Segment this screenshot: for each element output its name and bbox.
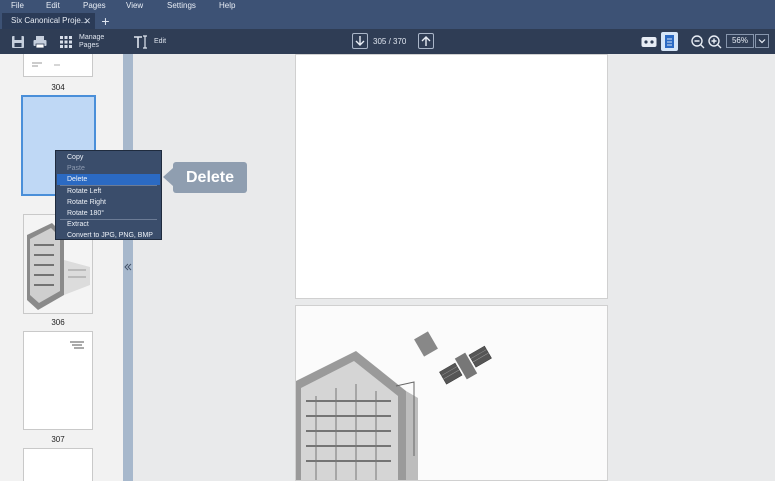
document-page [295,54,608,299]
toolbar: Manage Pages Edit 305 / 370 56% [0,29,775,54]
menu-edit[interactable]: Edit [46,0,60,12]
edit-button[interactable]: Edit [154,38,166,46]
menu-item-rotate-left[interactable]: Rotate Left [57,186,160,197]
page-indicator[interactable]: 305 / 370 [373,38,406,46]
next-page-button[interactable] [352,33,368,49]
page-thumbnail[interactable] [23,448,93,481]
menu-help[interactable]: Help [219,0,235,12]
menu-item-paste[interactable]: Paste [57,163,160,174]
page-thumbnail[interactable] [23,331,93,430]
previous-page-button[interactable] [418,33,434,49]
zoom-out-icon[interactable] [689,33,707,51]
manage-pages-button[interactable]: Manage Pages [79,34,115,50]
page-number: 307 [51,435,65,444]
menu-bar: File Edit Pages View Settings Help [0,0,775,12]
callout-pointer [163,168,173,186]
menu-settings[interactable]: Settings [167,0,196,12]
menu-item-rotate-180[interactable]: Rotate 180° [57,208,160,219]
page-layout-icon [665,35,674,48]
zoom-in-icon[interactable] [706,33,724,51]
save-icon[interactable] [9,33,27,51]
page-number: 304 [51,83,65,92]
arrow-down-icon [355,36,365,46]
view-mode-icon[interactable] [640,33,658,51]
menu-file[interactable]: File [11,0,24,12]
menu-item-extract[interactable]: Extract [57,219,160,230]
collapse-panel-button[interactable] [123,262,133,274]
zoom-dropdown-button[interactable] [755,34,769,48]
menu-item-rotate-right[interactable]: Rotate Right [57,197,160,208]
menu-item-copy[interactable]: Copy [57,152,160,163]
chevron-left-icon [124,263,132,271]
page-thumbnail[interactable] [23,54,93,77]
page-layout-button[interactable] [661,32,678,51]
page-illustration [296,331,492,480]
delete-callout: Delete [173,162,247,193]
tab-bar: Six Canonical Proje... ✕ [0,12,775,29]
menu-item-convert[interactable]: Convert to JPG, PNG, BMP [57,230,160,241]
document-page [295,305,608,481]
menu-pages[interactable]: Pages [83,0,106,12]
thumbnail-content [70,341,84,349]
arrow-up-icon [421,36,431,46]
text-cursor-icon[interactable] [132,33,150,51]
thumbnail-content [32,62,60,67]
tab-title: Six Canonical Proje... [11,16,88,25]
context-menu: Copy Paste Delete Rotate Left Rotate Rig… [55,150,162,240]
zoom-level-field[interactable]: 56% [726,34,754,48]
print-icon[interactable] [31,33,49,51]
chevron-down-icon [758,39,766,44]
menu-view[interactable]: View [126,0,143,12]
add-tab-button[interactable]: + [97,13,114,29]
menu-item-delete[interactable]: Delete [57,174,160,185]
page-number: 306 [51,318,65,327]
document-tab[interactable]: Six Canonical Proje... ✕ [2,13,95,29]
grid-icon[interactable] [57,33,75,51]
close-icon[interactable]: ✕ [83,13,91,29]
